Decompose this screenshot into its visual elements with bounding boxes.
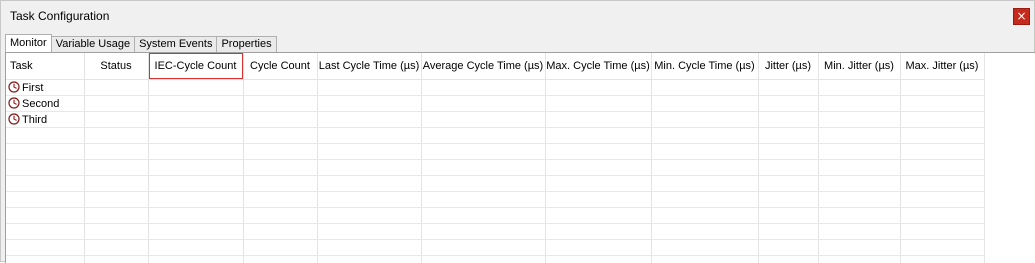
- empty-row: [6, 128, 984, 144]
- task-cell: Third: [6, 112, 84, 128]
- task-monitor-table: Task Status IEC-Cycle Count Cycle Count …: [6, 53, 985, 263]
- column-header-last-cycle-time[interactable]: Last Cycle Time (µs): [317, 53, 421, 80]
- column-header-min-cycle-time[interactable]: Min. Cycle Time (µs): [651, 53, 758, 80]
- table-row[interactable]: Third: [6, 112, 984, 128]
- empty-row: [6, 192, 984, 208]
- column-header-min-jitter[interactable]: Min. Jitter (µs): [818, 53, 900, 80]
- title-bar: Task Configuration ×: [1, 1, 1034, 31]
- tab-properties[interactable]: Properties: [216, 36, 276, 52]
- clock-icon: [8, 113, 20, 125]
- table-row[interactable]: Second: [6, 96, 984, 112]
- empty-row: [6, 224, 984, 240]
- column-header-average-cycle-time[interactable]: Average Cycle Time (µs): [421, 53, 545, 80]
- empty-row: [6, 208, 984, 224]
- tab-monitor[interactable]: Monitor: [5, 34, 52, 52]
- tab-system-events[interactable]: System Events: [134, 36, 217, 52]
- tab-strip: Monitor Variable Usage System Events Pro…: [5, 35, 276, 52]
- column-header-status[interactable]: Status: [84, 53, 148, 80]
- monitor-panel: Task Status IEC-Cycle Count Cycle Count …: [5, 52, 1035, 263]
- task-cell: Second: [6, 96, 84, 112]
- task-name: Second: [22, 98, 59, 110]
- clock-icon: [8, 81, 20, 93]
- clock-icon: [8, 97, 20, 109]
- table-header-row: Task Status IEC-Cycle Count Cycle Count …: [6, 53, 984, 80]
- table-row[interactable]: First: [6, 80, 984, 96]
- empty-row: [6, 176, 984, 192]
- task-configuration-window: Task Configuration × Monitor Variable Us…: [0, 0, 1035, 262]
- column-header-jitter[interactable]: Jitter (µs): [758, 53, 818, 80]
- task-name: Third: [22, 114, 47, 126]
- column-header-max-jitter[interactable]: Max. Jitter (µs): [900, 53, 984, 80]
- column-header-max-cycle-time[interactable]: Max. Cycle Time (µs): [545, 53, 651, 80]
- tab-variable-usage[interactable]: Variable Usage: [51, 36, 135, 52]
- empty-row: [6, 144, 984, 160]
- empty-row: [6, 240, 984, 256]
- task-cell: First: [6, 80, 84, 96]
- column-header-cycle-count[interactable]: Cycle Count: [243, 53, 317, 80]
- column-header-task[interactable]: Task: [6, 53, 84, 80]
- column-header-iec-cycle-count[interactable]: IEC-Cycle Count: [148, 53, 243, 80]
- window-title: Task Configuration: [10, 9, 109, 23]
- empty-row: [6, 160, 984, 176]
- task-name: First: [22, 82, 43, 94]
- close-button[interactable]: ×: [1013, 8, 1030, 25]
